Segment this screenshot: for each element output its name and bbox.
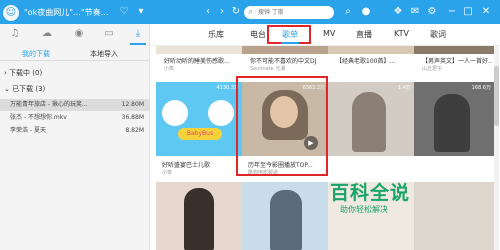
skin-icon[interactable]: ❖ xyxy=(392,6,404,18)
panda-illustration xyxy=(208,100,234,126)
tab-ktv[interactable]: KTV xyxy=(394,29,409,38)
sidebar-icon-bar: ♫ ☁ ◉ ▭ ⤓ xyxy=(0,24,150,45)
scroll-thumb[interactable] xyxy=(494,66,499,126)
list-item[interactable]: 万能青年旅店 - 揪心的玩笑... 12.80M xyxy=(0,99,150,111)
cover-image[interactable] xyxy=(156,46,242,54)
singer-photo xyxy=(434,94,470,152)
tab-local-import[interactable]: 本地导入 xyxy=(90,49,118,59)
cartoon-logo: BabyBus xyxy=(178,128,222,140)
playlist-author: 小筑 xyxy=(164,66,175,72)
title-bar: ☺ "ok夜曲网儿"…"节奏… ♡ ▾ ‹ › ↻ ⌕ ⌕ ● ❖ ✉ ⚙ − … xyxy=(0,0,500,24)
play-count: 168.6万 xyxy=(471,85,491,91)
item-size: 12.80M xyxy=(121,101,144,108)
active-tab-indicator xyxy=(130,43,146,45)
message-icon[interactable]: ✉ xyxy=(409,6,421,18)
playlist-author: 山丘君子 xyxy=(422,66,443,72)
cloud-icon[interactable]: ☁ xyxy=(40,27,54,41)
app-title: "ok夜曲网儿"…"节奏… xyxy=(24,8,109,17)
settings-icon[interactable]: ⚙ xyxy=(426,6,438,18)
sidebar: ♫ ☁ ◉ ▭ ⤓ 我的下载 本地导入 › 下载中 (0) ⌄ 已下载 (3) … xyxy=(0,24,150,250)
singer-photo xyxy=(184,188,214,250)
mic-icon[interactable]: ● xyxy=(360,6,372,18)
item-name: 李荣浩 - 夏天 xyxy=(10,127,46,134)
radio-icon[interactable]: ◉ xyxy=(72,27,86,41)
downloaded-section[interactable]: ⌄ 已下载 (3) xyxy=(4,84,45,94)
cover-image[interactable] xyxy=(242,182,328,250)
singer-photo xyxy=(270,190,302,250)
main-nav: 乐库 电台 歌单 MV 直播 KTV 歌词 xyxy=(150,24,500,46)
playlist-title[interactable]: 【男声英文】一人一首好... xyxy=(422,56,492,65)
cover-image[interactable] xyxy=(156,182,242,250)
download-icon[interactable]: ⤓ xyxy=(131,27,145,41)
avatar[interactable]: ☺ xyxy=(3,5,19,21)
playlist-card[interactable]: BabyBus 4130.3万 xyxy=(156,82,242,156)
tab-my-downloads[interactable]: 我的下载 xyxy=(22,49,50,59)
back-icon[interactable]: ‹ xyxy=(202,6,214,18)
playlist-title[interactable]: 【经典老歌100首】... xyxy=(336,56,410,65)
downloaded-label: 已下载 (3) xyxy=(12,85,46,93)
item-size: 36.88M xyxy=(121,114,144,121)
playlist-card[interactable]: 168.6万 xyxy=(414,82,494,156)
search-input[interactable] xyxy=(258,7,330,18)
search-icon: ⌕ xyxy=(248,7,254,17)
downloading-section[interactable]: › 下载中 (0) xyxy=(4,68,42,78)
close-icon[interactable]: ✕ xyxy=(480,6,492,18)
list-item[interactable]: 张杰 - 不想想你.mkv 36.88M xyxy=(0,112,150,124)
device-icon[interactable]: ▭ xyxy=(102,27,116,41)
item-name: 万能青年旅店 - 揪心的玩笑... xyxy=(10,101,88,108)
search-box[interactable]: ⌕ xyxy=(244,6,334,19)
list-item[interactable]: 李荣浩 - 夏天 8.82M xyxy=(0,125,150,137)
playlist-author: 小筑 xyxy=(162,170,173,176)
search-go-icon[interactable]: ⌕ xyxy=(342,6,354,18)
tab-library[interactable]: 乐库 xyxy=(208,29,224,40)
music-note-icon[interactable]: ♫ xyxy=(8,27,22,41)
downloading-label: 下载中 (0) xyxy=(9,69,43,77)
active-tab-underline xyxy=(281,42,299,44)
dropdown-icon[interactable]: ▾ xyxy=(135,6,147,18)
forward-icon[interactable]: › xyxy=(216,6,228,18)
tab-mv[interactable]: MV xyxy=(323,29,335,38)
cover-image[interactable] xyxy=(328,46,414,54)
item-size: 8.82M xyxy=(125,127,144,134)
cover-image[interactable] xyxy=(414,46,494,54)
playlist-grid: 好听动听的睡美伤感歌... 小筑 你不可能不喜欢的中文DJ Soulmate 元… xyxy=(150,46,500,250)
scrollbar[interactable] xyxy=(494,46,499,250)
playlist-title[interactable]: 你不可能不喜欢的中文DJ xyxy=(250,56,324,65)
tab-lyrics[interactable]: 歌词 xyxy=(430,29,446,40)
watermark: 百科全说 助你轻松解决 xyxy=(330,178,450,218)
watermark-title: 百科全说 xyxy=(330,182,411,204)
singer-photo xyxy=(352,92,386,152)
playlist-author: Soulmate 元湘 xyxy=(250,66,286,72)
playlist-card[interactable]: 1.4万 xyxy=(328,82,414,156)
sidebar-tabs: 我的下载 本地导入 xyxy=(0,46,150,61)
refresh-icon[interactable]: ↻ xyxy=(230,6,242,18)
tab-radio[interactable]: 电台 xyxy=(250,29,266,40)
watermark-subtitle: 助你轻松解决 xyxy=(340,205,388,214)
panda-illustration xyxy=(162,100,188,126)
card-highlight-box xyxy=(236,76,328,176)
maximize-icon[interactable]: □ xyxy=(462,6,474,18)
cover-image[interactable] xyxy=(242,46,328,54)
play-count: 1.4万 xyxy=(398,85,411,91)
minimize-icon[interactable]: − xyxy=(446,6,458,18)
collapse-icon: › xyxy=(4,69,7,77)
item-name: 张杰 - 不想想你.mkv xyxy=(10,114,67,121)
expand-icon: ⌄ xyxy=(4,85,10,93)
tab-live[interactable]: 直播 xyxy=(356,29,372,40)
playlist-title[interactable]: 好听盛宴巴士儿歌 xyxy=(162,160,238,169)
playlist-title[interactable]: 好听动听的睡美伤感歌... xyxy=(164,56,238,65)
heart-icon[interactable]: ♡ xyxy=(118,6,130,18)
